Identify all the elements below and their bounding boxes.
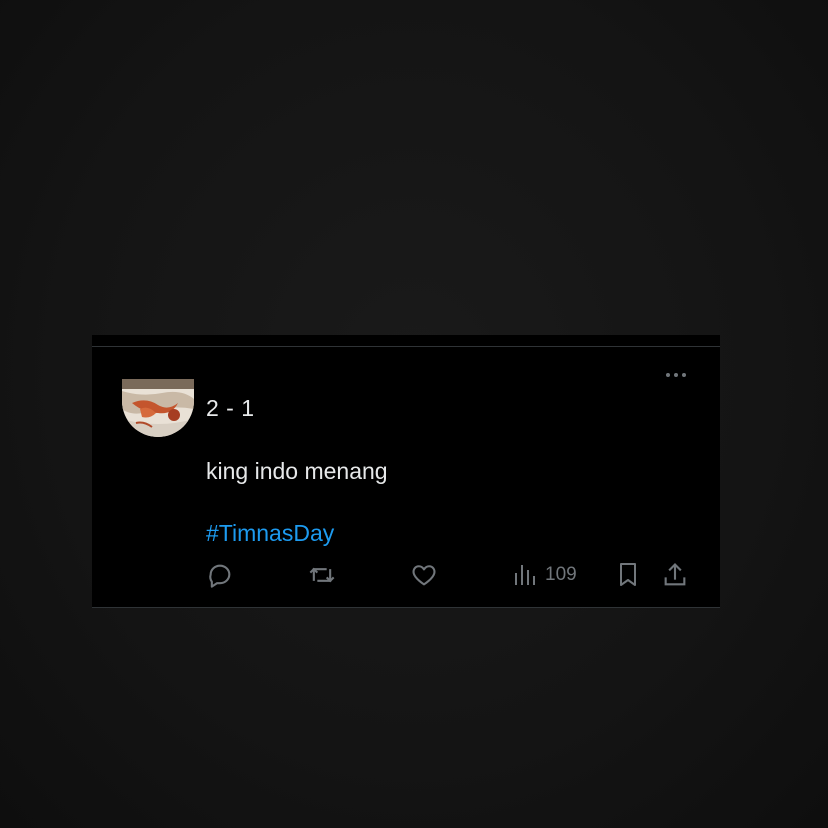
reply-icon: [206, 561, 234, 589]
more-options-icon[interactable]: [662, 367, 692, 383]
views-count: 109: [545, 564, 577, 585]
page-background: 2 - 1 king indo menang #TimnasDay 109: [0, 0, 828, 828]
avatar[interactable]: [122, 379, 194, 437]
retweet-icon: [308, 561, 336, 589]
like-button[interactable]: [410, 561, 438, 589]
tweet-card[interactable]: 2 - 1 king indo menang #TimnasDay 109: [92, 335, 720, 608]
heart-icon: [410, 561, 438, 589]
bookmark-button[interactable]: [616, 561, 640, 589]
retweet-button[interactable]: [308, 561, 336, 589]
divider: [92, 346, 720, 347]
bar-chart-icon: [513, 561, 537, 589]
bookmark-icon: [616, 561, 640, 589]
views-button[interactable]: 109: [513, 561, 577, 589]
reply-button[interactable]: [206, 561, 234, 589]
hashtag-link[interactable]: #TimnasDay: [206, 520, 334, 547]
tweet-text-line: king indo menang: [206, 458, 388, 484]
tweet-text-line: 2 - 1: [206, 395, 255, 421]
share-icon: [661, 561, 689, 589]
share-button[interactable]: [661, 561, 689, 589]
